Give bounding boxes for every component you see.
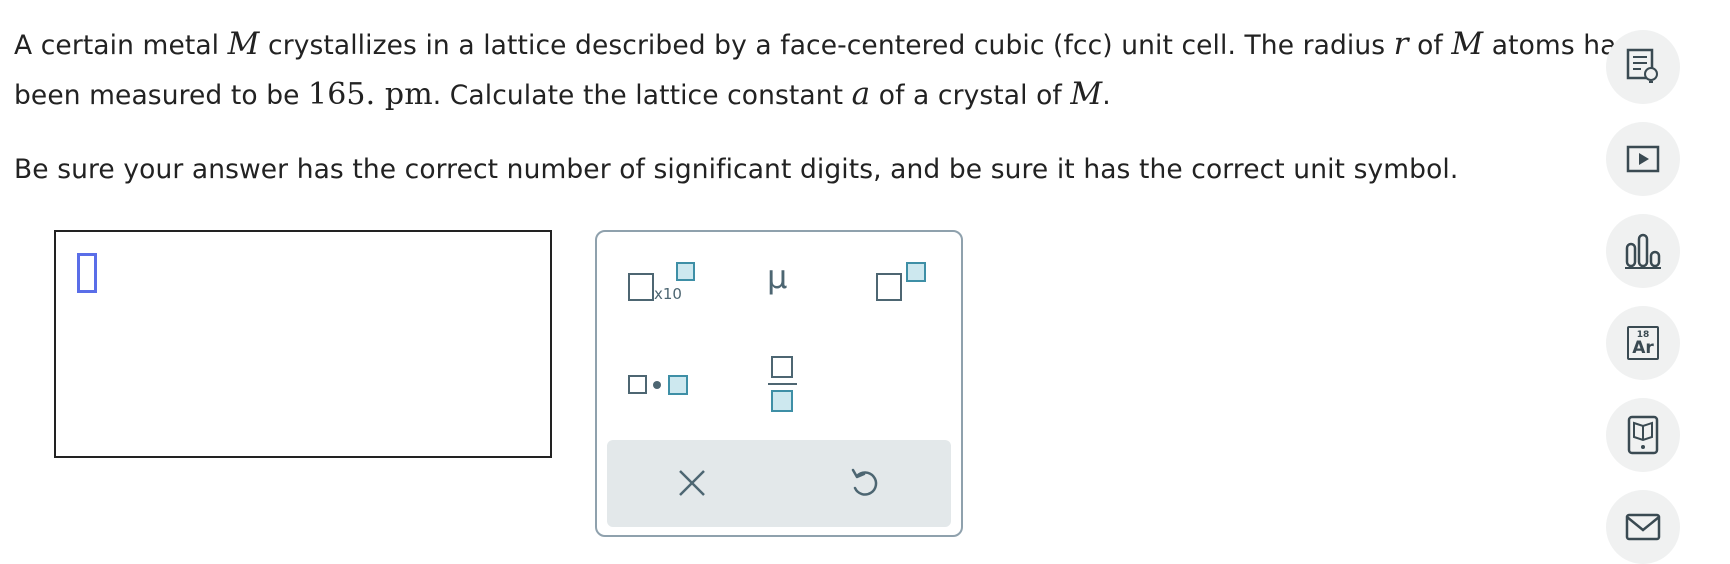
periodic-table-icon: 18 Ar [1627,326,1659,360]
video-icon [1626,145,1660,173]
question-text: A certain metal M crystallizes in a latt… [14,20,1714,194]
instruction-text: Be sure your answer has the correct numb… [14,154,1459,185]
message-button[interactable] [1606,490,1680,564]
svg-text:x10: x10 [654,285,682,303]
fraction-button[interactable] [767,354,799,414]
variable-m: M [1451,26,1484,62]
data-chart-button[interactable] [1606,214,1680,288]
message-icon [1625,513,1661,541]
clear-button[interactable] [677,468,707,498]
explanation-icon [1626,48,1658,83]
question-line-2: been measured to be 165. pm. Calculate t… [14,76,1111,112]
superscript-icon [876,262,926,301]
textbook-icon [1627,415,1659,455]
radius-unit: pm [384,77,433,112]
undo-icon [851,468,878,496]
fraction-icon [768,356,797,412]
close-icon [679,470,705,496]
data-chart-icon [1625,233,1661,269]
math-palette: x10 μ [595,230,963,537]
radius-value: 165. [308,77,376,112]
question-line-1: A certain metal M crystallizes in a latt… [14,26,1631,62]
undo-button[interactable] [849,466,881,500]
palette-actions [607,440,951,527]
variable-a: a [851,76,871,112]
multiply-dot-icon [628,375,688,395]
variable-m: M [227,26,260,62]
multiply-dot-button[interactable] [627,370,699,400]
video-button[interactable] [1606,122,1680,196]
input-cursor [77,253,97,293]
variable-m: M [1070,76,1103,112]
scientific-notation-button[interactable]: x10 [627,260,699,308]
variable-r: r [1393,26,1409,62]
mu-button[interactable]: μ [767,258,787,296]
textbook-button[interactable] [1606,398,1680,472]
periodic-table-button[interactable]: 18 Ar [1606,306,1680,380]
explanation-button[interactable] [1606,30,1680,104]
superscript-button[interactable] [875,260,931,308]
answer-input[interactable] [54,230,552,458]
scientific-notation-icon: x10 [628,262,695,303]
